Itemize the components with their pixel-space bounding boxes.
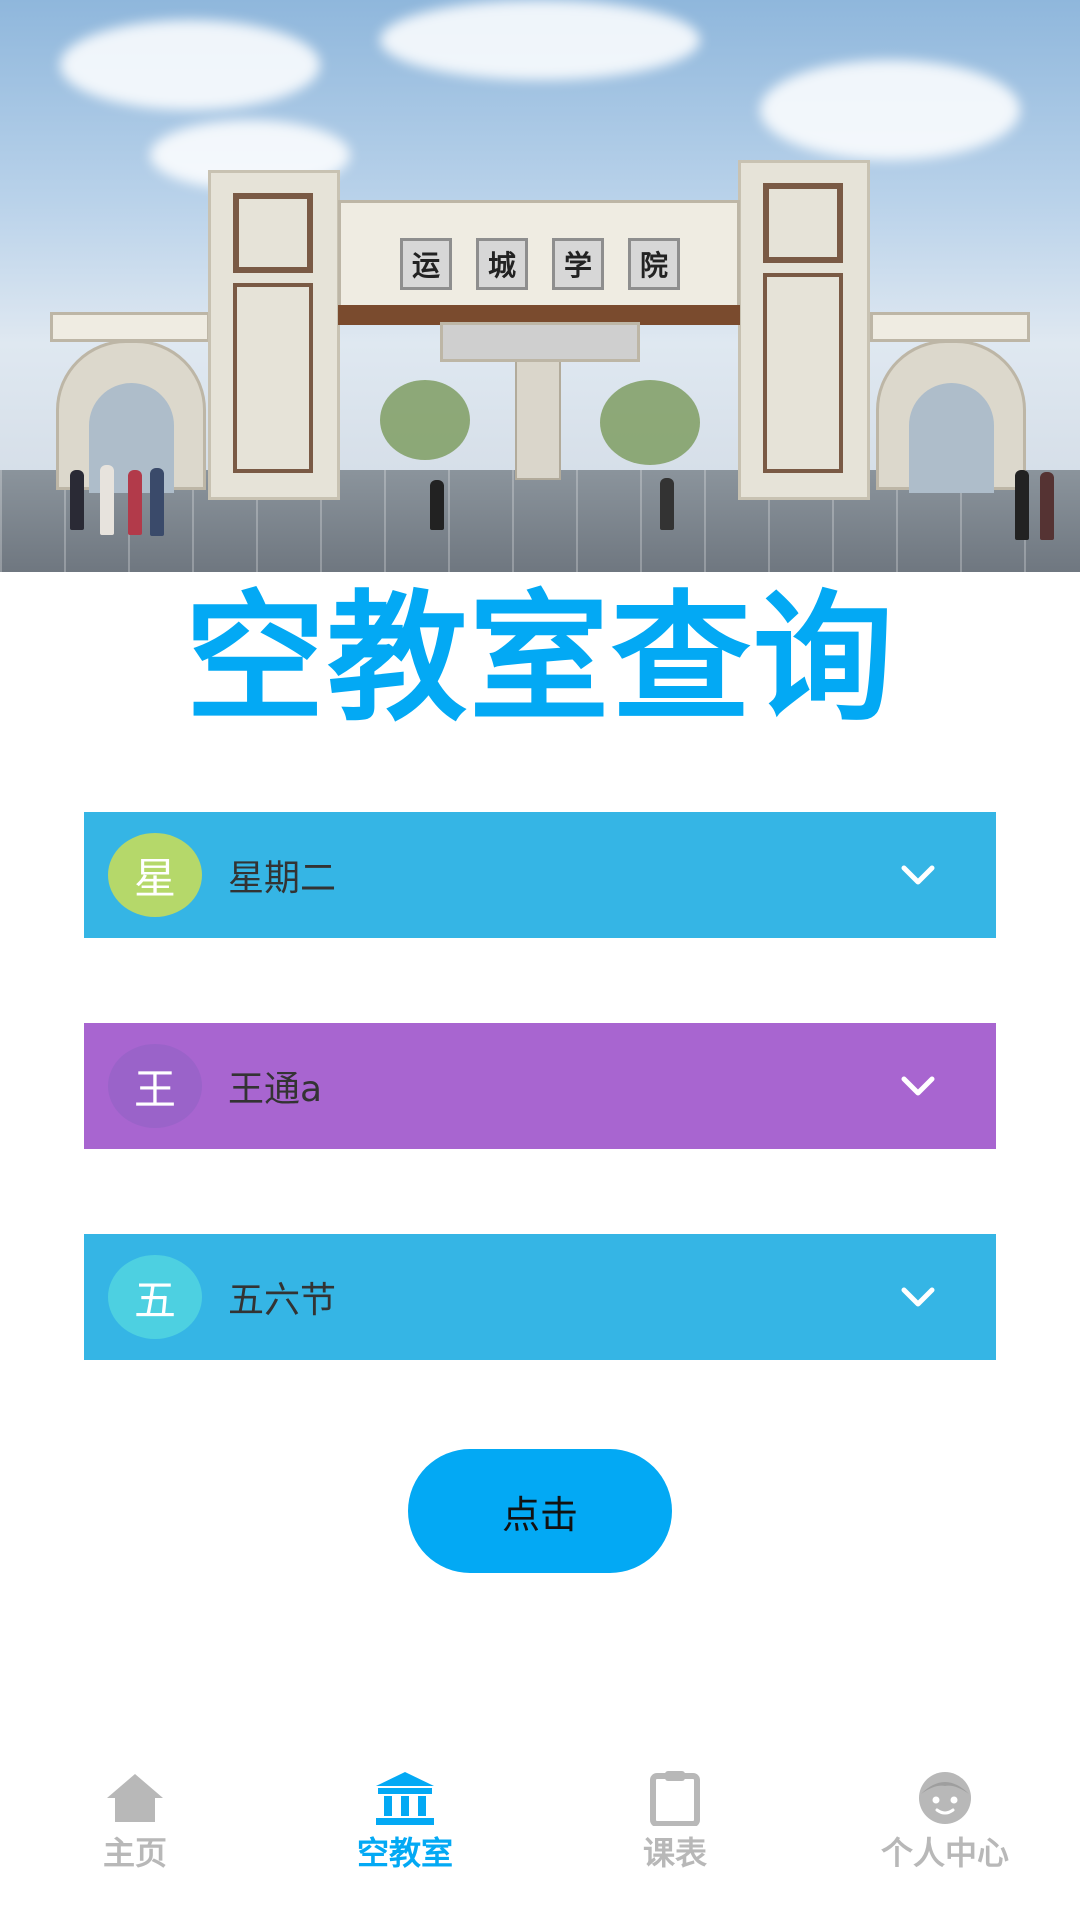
- bottom-nav: 主页 空教室 课表 个人中心: [0, 1770, 1080, 1920]
- nav-item-empty-classroom[interactable]: 空教室: [305, 1770, 505, 1874]
- weekday-select[interactable]: 星 星期二: [84, 812, 996, 938]
- building-value: 王通a: [228, 1069, 323, 1110]
- period-select[interactable]: 五 五六节: [84, 1234, 996, 1360]
- nav-label-schedule: 课表: [642, 1834, 707, 1872]
- face-icon: [913, 1770, 977, 1826]
- building-select[interactable]: 王 王通a: [84, 1023, 996, 1149]
- weekday-value: 星期二: [228, 858, 337, 899]
- period-value: 五六节: [228, 1280, 337, 1321]
- sign-char-1: 运: [400, 238, 452, 290]
- building-badge: 王: [108, 1044, 202, 1128]
- clipboard-icon: [643, 1770, 707, 1826]
- chevron-down-icon[interactable]: [896, 1064, 940, 1108]
- nav-item-schedule[interactable]: 课表: [575, 1770, 775, 1874]
- nav-item-home[interactable]: 主页: [35, 1770, 235, 1874]
- nav-label-empty-classroom: 空教室: [356, 1834, 453, 1872]
- period-badge: 五: [108, 1255, 202, 1339]
- chevron-down-icon[interactable]: [896, 853, 940, 897]
- building-icon: [373, 1770, 437, 1826]
- query-button[interactable]: 点击: [408, 1449, 672, 1573]
- sign-char-4: 院: [628, 238, 680, 290]
- chevron-down-icon[interactable]: [896, 1275, 940, 1319]
- nav-label-home: 主页: [102, 1834, 167, 1872]
- sign-char-3: 学: [552, 238, 604, 290]
- nav-item-profile[interactable]: 个人中心: [845, 1770, 1045, 1874]
- nav-label-profile: 个人中心: [880, 1834, 1009, 1872]
- home-icon: [103, 1770, 167, 1826]
- page-title: 空教室查询: [184, 578, 895, 741]
- weekday-badge: 星: [108, 833, 202, 917]
- campus-gate-banner: 运 城 学 院: [0, 0, 1080, 572]
- sign-char-2: 城: [476, 238, 528, 290]
